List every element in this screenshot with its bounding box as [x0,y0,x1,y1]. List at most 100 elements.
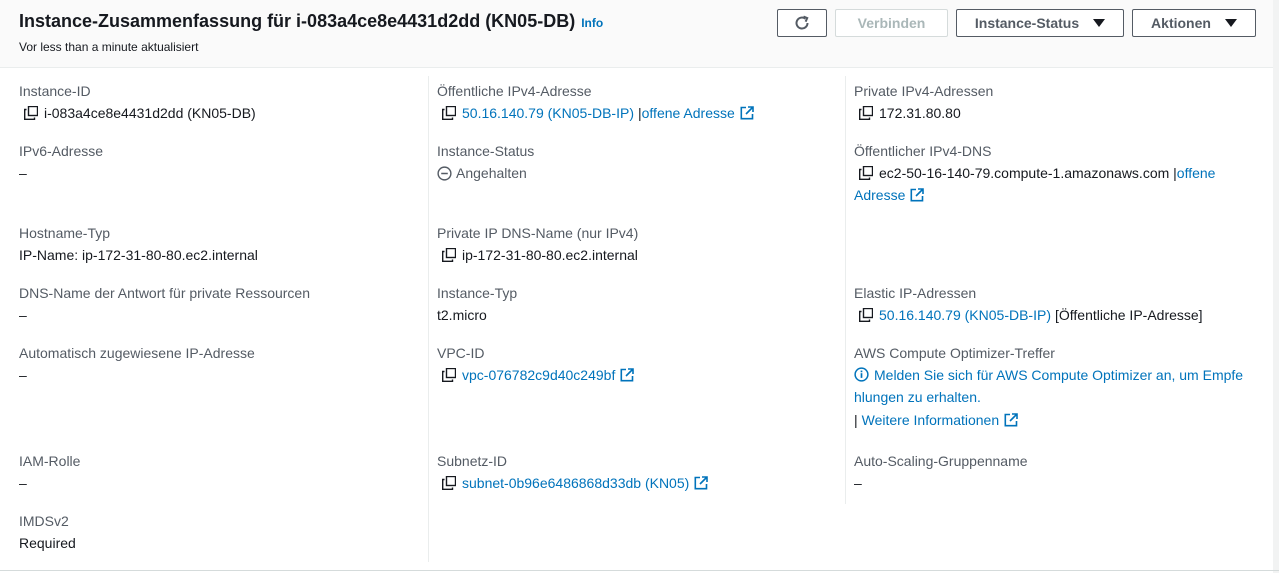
instance-id-field: Instance-ID i-083a4ce8e4431d2dd (KN05-DB… [19,83,256,121]
public-dns-field: Öffentlicher IPv4-DNS ec2-50-16-140-79.c… [854,143,1254,206]
public-ipv4-link[interactable]: 50.16.140.79 (KN05-DB-IP) [462,105,634,121]
iam-role-field: IAM-Rolle – [19,453,80,491]
optimizer-field: AWS Compute Optimizer-Treffer Melden Sie… [854,345,1254,428]
copy-icon[interactable] [24,106,38,120]
optimizer-label: AWS Compute Optimizer-Treffer [854,345,1055,361]
public-ipv4-label: Öffentliche IPv4-Adresse [437,83,592,99]
copy-icon[interactable] [859,106,873,120]
private-ipv4-text: 172.31.80.80 [879,105,961,121]
asg-name-value: – [854,475,862,491]
separator: | [854,412,858,428]
connect-button[interactable]: Verbinden [835,9,948,37]
more-info-link[interactable]: Weitere Informationen [862,412,999,428]
hostname-type-field: Hostname-Typ IP-Name: ip-172-31-80-80.ec… [19,225,258,263]
asg-name-label: Auto-Scaling-Gruppenname [854,453,1028,469]
instance-status-value: Angehalten [437,165,534,181]
public-dns-text: ec2-50-16-140-79.compute-1.amazonaws.com [879,165,1170,181]
copy-icon[interactable] [859,166,873,180]
external-link-icon[interactable] [1004,413,1018,427]
elastic-ip-label: Elastic IP-Adressen [854,285,977,301]
auto-ip-value: – [19,367,27,383]
bottom-border [0,570,1279,571]
subnet-id-label: Subnetz-ID [437,453,508,469]
actions-dropdown[interactable]: Aktionen [1132,9,1256,37]
private-dns-value: ip-172-31-80-80.ec2.internal [437,247,638,263]
instance-status-label: Instance-Status [437,143,535,159]
page-title: Instance-Zusammenfassung für i-083a4ce8e… [19,11,603,32]
imdsv2-value: Required [19,535,76,551]
vpc-id-value: vpc-076782c9d40c249bf [437,367,634,383]
refresh-icon [795,15,809,30]
imdsv2-field: IMDSv2 Required [19,513,76,551]
private-dns-field: Private IP DNS-Name (nur IPv4) ip-172-31… [437,225,638,263]
copy-icon[interactable] [859,308,873,322]
private-ipv4-field: Private IPv4-Adressen 172.31.80.80 [854,83,993,121]
instance-id-label: Instance-ID [19,83,91,99]
stopped-icon [437,165,452,181]
instance-id-text: i-083a4ce8e4431d2dd (KN05-DB) [44,105,256,121]
instance-status-text: Angehalten [456,165,527,181]
scrollbar[interactable] [1273,0,1279,573]
info-icon [854,367,869,382]
private-ipv4-label: Private IPv4-Adressen [854,83,994,99]
ipv6-field: IPv6-Adresse – [19,143,103,181]
external-link-icon[interactable] [694,476,708,490]
subnet-id-link[interactable]: subnet-0b96e6486868d33db (KN05) [462,475,689,491]
private-ipv4-value: 172.31.80.80 [854,105,993,121]
instance-status-field: Instance-Status Angehalten [437,143,534,181]
hostname-type-label: Hostname-Typ [19,225,111,241]
caret-down-icon [1224,19,1237,27]
public-ipv4-value: 50.16.140.79 (KN05-DB-IP) | offene Adres… [437,105,754,121]
hostname-type-value: IP-Name: ip-172-31-80-80.ec2.internal [19,247,258,263]
optimizer-more: | Weitere Informationen [854,412,1254,428]
resource-dns-value: – [19,307,27,323]
public-ipv4-field: Öffentliche IPv4-Adresse 50.16.140.79 (K… [437,83,754,121]
ipv6-label: IPv6-Adresse [19,143,104,159]
elastic-ip-value: 50.16.140.79 (KN05-DB-IP) [Öffentliche I… [854,307,1203,323]
last-updated-text: Vor less than a minute aktualisiert [19,40,199,54]
vpc-id-label: VPC-ID [437,345,485,361]
iam-role-value: – [19,475,27,491]
vpc-id-field: VPC-ID vpc-076782c9d40c249bf [437,345,634,383]
auto-ip-label: Automatisch zugewiesene IP-Adresse [19,345,255,361]
caret-down-icon [1093,19,1106,27]
instance-type-field: Instance-Typ t2.micro [437,285,517,323]
private-dns-label: Private IP DNS-Name (nur IPv4) [437,225,639,241]
public-dns-value: ec2-50-16-140-79.compute-1.amazonaws.com… [854,162,1254,206]
subnet-id-field: Subnetz-ID subnet-0b96e6486868d33db (KN0… [437,453,708,491]
copy-icon[interactable] [442,106,456,120]
subnet-id-value: subnet-0b96e6486868d33db (KN05) [437,475,708,491]
optimizer-signup-link[interactable]: Melden Sie sich für AWS Compute Optimize… [854,367,1243,405]
refresh-button[interactable] [777,9,827,37]
summary-header: Instance-Zusammenfassung für i-083a4ce8e… [0,0,1279,68]
asg-name-field: Auto-Scaling-Gruppenname – [854,453,1028,491]
elastic-ip-suffix: [Öffentliche IP-Adresse] [1054,307,1203,323]
external-link-icon[interactable] [620,368,634,382]
elastic-ip-link[interactable]: 50.16.140.79 (KN05-DB-IP) [879,307,1051,323]
column-divider [428,76,429,562]
resource-dns-label: DNS-Name der Antwort für private Ressour… [19,285,310,301]
column-divider [845,76,846,504]
copy-icon[interactable] [442,368,456,382]
auto-ip-field: Automatisch zugewiesene IP-Adresse – [19,345,255,383]
private-dns-text: ip-172-31-80-80.ec2.internal [462,247,638,263]
elastic-ip-field: Elastic IP-Adressen 50.16.140.79 (KN05-D… [854,285,1203,323]
actions-label: Aktionen [1151,15,1211,31]
copy-icon[interactable] [442,476,456,490]
instance-state-dropdown[interactable]: Instance-Status [956,9,1124,37]
iam-role-label: IAM-Rolle [19,453,81,469]
vpc-id-link[interactable]: vpc-076782c9d40c249bf [462,367,615,383]
optimizer-message: Melden Sie sich für AWS Compute Optimize… [854,364,1254,408]
instance-state-label: Instance-Status [974,15,1080,31]
imdsv2-label: IMDSv2 [19,513,69,529]
instance-id-value: i-083a4ce8e4431d2dd (KN05-DB) [19,105,256,121]
resource-dns-field: DNS-Name der Antwort für private Ressour… [19,285,310,323]
open-address-link[interactable]: offene Adresse [642,105,735,121]
external-link-icon[interactable] [740,106,754,120]
public-dns-label: Öffentlicher IPv4-DNS [854,143,992,159]
ipv6-value: – [19,165,27,181]
info-link[interactable]: Info [581,16,603,30]
external-link-icon[interactable] [910,188,924,202]
copy-icon[interactable] [442,248,456,262]
instance-type-value: t2.micro [437,307,487,323]
